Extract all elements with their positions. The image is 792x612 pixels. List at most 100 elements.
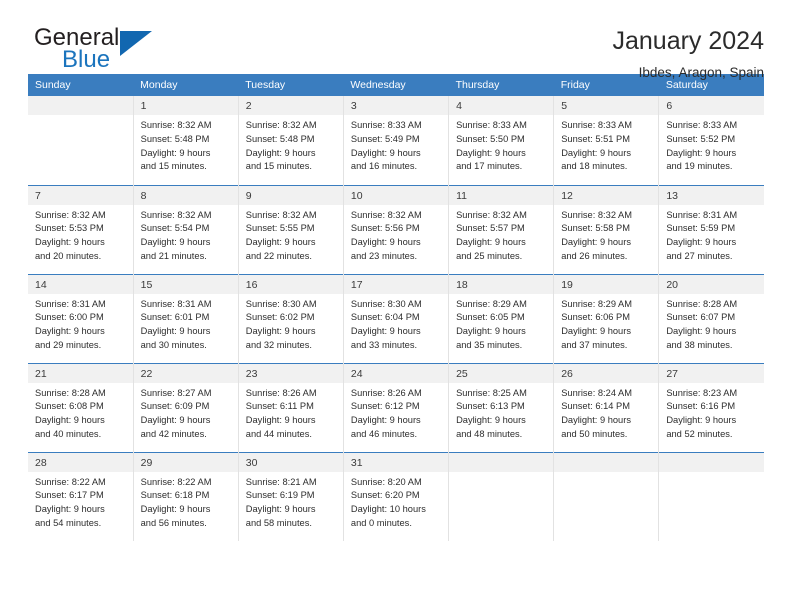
day-details: Sunrise: 8:32 AM Sunset: 5:58 PM Daylight:…: [554, 205, 658, 264]
calendar-cell-empty: [553, 451, 660, 541]
sunrise-time: Sunrise: 8:26 AM: [245, 387, 317, 398]
day-number: 13: [659, 185, 764, 205]
calendar-day-cell[interactable]: 28 Sunrise: 8:22 AM Sunset: 6:17 PM Dayligh…: [28, 451, 134, 541]
calendar-day-cell[interactable]: 23 Sunrise: 8:26 AM Sunset: 6:11 PM Dayligh…: [238, 362, 344, 452]
sunrise-time: Sunrise: 8:22 AM: [35, 476, 106, 487]
calendar-body: 1 Sunrise: 8:32 AM Sunset: 5:48 PM Daylight…: [28, 96, 764, 541]
day-number: 27: [659, 363, 764, 383]
day-number: 12: [554, 185, 659, 205]
daylight-duration-line2: and 19 minutes.: [666, 161, 733, 172]
sunset-time: Sunset: 6:04 PM: [350, 312, 420, 323]
day-number: 11: [449, 185, 554, 205]
daylight-duration-line1: Daylight: 9 hours: [140, 504, 211, 514]
calendar-day-cell[interactable]: 9 Sunrise: 8:32 AM Sunset: 5:55 PM Daylight…: [238, 184, 344, 274]
day-details: Sunrise: 8:22 AM Sunset: 6:17 PM Daylight:…: [28, 472, 133, 531]
sunset-time: Sunset: 5:50 PM: [456, 133, 525, 144]
calendar-day-cell[interactable]: 11 Sunrise: 8:32 AM Sunset: 5:57 PM Dayligh…: [448, 184, 555, 274]
sunset-time: Sunset: 5:58 PM: [561, 223, 630, 234]
day-details: Sunrise: 8:33 AM Sunset: 5:52 PM Daylight:…: [659, 115, 764, 174]
calendar-day-cell[interactable]: 14 Sunrise: 8:31 AM Sunset: 6:00 PM Dayligh…: [28, 273, 134, 363]
daylight-duration-line2: and 22 minutes.: [245, 250, 312, 261]
daylight-duration-line1: Daylight: 9 hours: [456, 415, 526, 425]
calendar-day-cell[interactable]: 6 Sunrise: 8:33 AM Sunset: 5:52 PM Daylight…: [659, 96, 764, 185]
calendar-day-cell[interactable]: 16 Sunrise: 8:30 AM Sunset: 6:02 PM Dayligh…: [238, 273, 344, 363]
daylight-duration-line1: Daylight: 9 hours: [245, 326, 316, 336]
calendar-day-cell[interactable]: 17 Sunrise: 8:30 AM Sunset: 6:04 PM Dayligh…: [343, 273, 450, 363]
calendar-day-cell[interactable]: 3 Sunrise: 8:33 AM Sunset: 5:49 PM Daylight…: [343, 96, 450, 185]
calendar-day-cell[interactable]: 4 Sunrise: 8:33 AM Sunset: 5:50 PM Daylight…: [448, 96, 555, 185]
day-details: Sunrise: 8:22 AM Sunset: 6:18 PM Daylight:…: [134, 472, 238, 531]
day-details: Sunrise: 8:28 AM Sunset: 6:08 PM Daylight:…: [28, 383, 133, 442]
day-details: Sunrise: 8:30 AM Sunset: 6:02 PM Daylight:…: [239, 294, 343, 353]
day-details: Sunrise: 8:29 AM Sunset: 6:05 PM Daylight:…: [449, 294, 553, 353]
day-details: Sunrise: 8:27 AM Sunset: 6:09 PM Daylight:…: [134, 383, 238, 442]
calendar-day-cell[interactable]: 2 Sunrise: 8:32 AM Sunset: 5:48 PM Daylight…: [238, 96, 344, 185]
day-number: 16: [238, 274, 343, 294]
daylight-duration-line1: Daylight: 9 hours: [666, 237, 737, 247]
logo-text-blue: Blue: [62, 46, 111, 73]
day-details: Sunrise: 8:32 AM Sunset: 5:53 PM Daylight:…: [28, 205, 133, 264]
calendar-day-cell[interactable]: 10 Sunrise: 8:32 AM Sunset: 5:56 PM Dayligh…: [343, 184, 450, 274]
day-details: Sunrise: 8:25 AM Sunset: 6:13 PM Daylight:…: [449, 383, 553, 442]
calendar-week-row: 28 Sunrise: 8:22 AM Sunset: 6:17 PM Dayligh…: [28, 451, 764, 541]
calendar-cell-empty: [658, 451, 764, 541]
sunset-time: Sunset: 5:59 PM: [666, 223, 736, 234]
daylight-duration-line2: and 32 minutes.: [245, 339, 312, 350]
day-details: Sunrise: 8:32 AM Sunset: 5:56 PM Daylight:…: [344, 205, 448, 264]
sunset-time: Sunset: 6:01 PM: [140, 312, 210, 323]
daylight-duration-line2: and 50 minutes.: [561, 428, 628, 439]
calendar-day-cell[interactable]: 20 Sunrise: 8:28 AM Sunset: 6:07 PM Dayligh…: [658, 273, 764, 363]
calendar-day-cell[interactable]: 12 Sunrise: 8:32 AM Sunset: 5:58 PM Dayligh…: [553, 184, 660, 274]
sunset-time: Sunset: 6:20 PM: [350, 490, 420, 501]
calendar-day-cell[interactable]: 5 Sunrise: 8:33 AM Sunset: 5:51 PM Daylight…: [553, 96, 660, 185]
calendar-day-cell[interactable]: 18 Sunrise: 8:29 AM Sunset: 6:05 PM Dayligh…: [448, 273, 555, 363]
calendar-day-cell[interactable]: 13 Sunrise: 8:31 AM Sunset: 5:59 PM Dayligh…: [658, 184, 764, 274]
sunrise-time: Sunrise: 8:31 AM: [35, 298, 106, 309]
calendar-day-cell[interactable]: 31 Sunrise: 8:20 AM Sunset: 6:20 PM Dayligh…: [343, 451, 450, 541]
daylight-duration-line1: Daylight: 9 hours: [245, 504, 316, 514]
daylight-duration-line1: Daylight: 9 hours: [245, 147, 316, 158]
sunrise-time: Sunrise: 8:30 AM: [350, 298, 422, 309]
calendar-day-cell[interactable]: 7 Sunrise: 8:32 AM Sunset: 5:53 PM Daylight…: [28, 184, 134, 274]
calendar-day-cell[interactable]: 25 Sunrise: 8:25 AM Sunset: 6:13 PM Dayligh…: [448, 362, 555, 452]
calendar-week-row: 21 Sunrise: 8:28 AM Sunset: 6:08 PM Dayligh…: [28, 362, 764, 452]
weekday-header-wednesday: Wednesday: [343, 74, 449, 96]
calendar-day-cell[interactable]: 30 Sunrise: 8:21 AM Sunset: 6:19 PM Dayligh…: [238, 451, 344, 541]
sunrise-time: Sunrise: 8:32 AM: [456, 209, 527, 220]
daylight-duration-line2: and 54 minutes.: [35, 517, 102, 528]
sunset-time: Sunset: 5:57 PM: [456, 223, 525, 234]
sunrise-time: Sunrise: 8:30 AM: [245, 298, 317, 309]
day-details: Sunrise: 8:33 AM Sunset: 5:50 PM Daylight:…: [449, 115, 553, 174]
day-details: Sunrise: 8:31 AM Sunset: 5:59 PM Daylight:…: [659, 205, 764, 264]
calendar-day-cell[interactable]: 21 Sunrise: 8:28 AM Sunset: 6:08 PM Dayligh…: [28, 362, 134, 452]
calendar-day-cell[interactable]: 26 Sunrise: 8:24 AM Sunset: 6:14 PM Dayligh…: [553, 362, 660, 452]
daylight-duration-line1: Daylight: 9 hours: [245, 237, 316, 247]
day-number: 20: [659, 274, 764, 294]
sunrise-time: Sunrise: 8:32 AM: [245, 209, 317, 220]
sunset-time: Sunset: 6:17 PM: [35, 490, 104, 501]
sunrise-time: Sunrise: 8:32 AM: [140, 209, 212, 220]
general-blue-logo[interactable]: General Blue: [28, 26, 168, 78]
calendar-day-cell[interactable]: 1 Sunrise: 8:32 AM Sunset: 5:48 PM Daylight…: [133, 96, 239, 185]
sunrise-time: Sunrise: 8:23 AM: [666, 387, 738, 398]
day-number: 26: [554, 363, 659, 383]
sunrise-time: Sunrise: 8:26 AM: [350, 387, 422, 398]
calendar-day-cell[interactable]: 15 Sunrise: 8:31 AM Sunset: 6:01 PM Dayligh…: [133, 273, 239, 363]
daylight-duration-line2: and 15 minutes.: [140, 161, 207, 172]
calendar-day-cell[interactable]: 27 Sunrise: 8:23 AM Sunset: 6:16 PM Dayligh…: [658, 362, 764, 452]
calendar-day-cell[interactable]: 29 Sunrise: 8:22 AM Sunset: 6:18 PM Dayligh…: [133, 451, 239, 541]
sunrise-time: Sunrise: 8:33 AM: [666, 120, 738, 130]
day-number: 6: [659, 96, 764, 115]
sunrise-time: Sunrise: 8:32 AM: [350, 209, 422, 220]
location-subtitle: Ibdes, Aragon, Spain: [638, 64, 764, 80]
calendar-day-cell[interactable]: 22 Sunrise: 8:27 AM Sunset: 6:09 PM Dayligh…: [133, 362, 239, 452]
calendar-day-cell[interactable]: 8 Sunrise: 8:32 AM Sunset: 5:54 PM Daylight…: [133, 184, 239, 274]
calendar-day-cell[interactable]: 24 Sunrise: 8:26 AM Sunset: 6:12 PM Dayligh…: [343, 362, 450, 452]
day-details: Sunrise: 8:20 AM Sunset: 6:20 PM Daylight:…: [344, 472, 448, 531]
calendar-day-cell[interactable]: 19 Sunrise: 8:29 AM Sunset: 6:06 PM Dayligh…: [553, 273, 660, 363]
sunset-time: Sunset: 6:16 PM: [666, 401, 736, 412]
daylight-duration-line1: Daylight: 9 hours: [140, 415, 211, 425]
day-details: Sunrise: 8:31 AM Sunset: 6:00 PM Daylight:…: [28, 294, 133, 353]
sunset-time: Sunset: 5:54 PM: [140, 223, 210, 234]
sunrise-time: Sunrise: 8:29 AM: [456, 298, 527, 309]
